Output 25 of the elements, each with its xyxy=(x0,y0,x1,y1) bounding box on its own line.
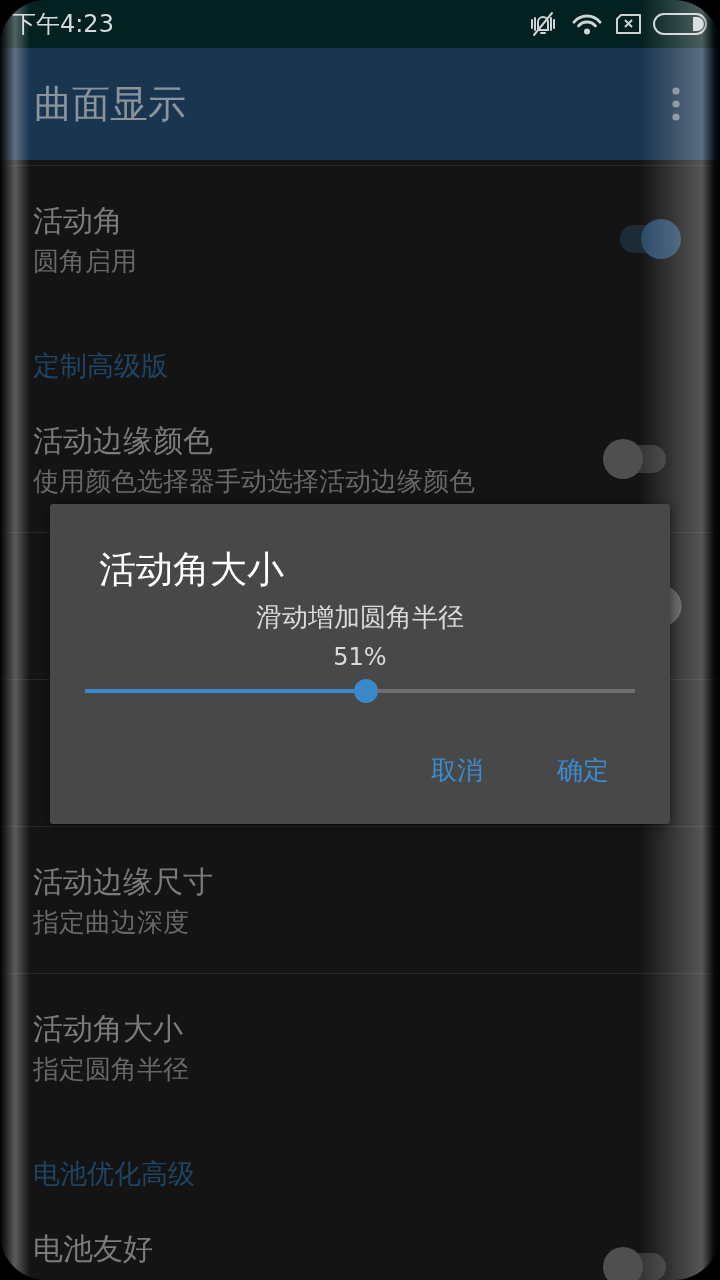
app-title: 曲面显示 xyxy=(34,81,186,127)
battery-icon xyxy=(653,13,707,35)
setting-summary: 指定圆角半径 xyxy=(33,1053,189,1086)
setting-summary: 圆角启用 xyxy=(33,245,137,278)
setting-title: 活动角 xyxy=(33,202,123,240)
status-time: 下午4:23 xyxy=(12,9,114,39)
setting-title: 活动边缘颜色 xyxy=(33,422,213,460)
setting-title: 活动角大小 xyxy=(33,1010,183,1048)
setting-title: 活动边缘尺寸 xyxy=(33,863,213,901)
section-header: 电池优化高级 xyxy=(33,1157,195,1191)
wifi-icon xyxy=(571,13,603,35)
sim-card-x-icon xyxy=(615,14,642,34)
section-header: 定制高级版 xyxy=(33,349,168,383)
slider-value: 51% xyxy=(333,642,387,673)
setting-summary: 指定曲边深度 xyxy=(33,906,189,939)
setting-title: 电池友好 xyxy=(33,1230,153,1268)
cancel-button[interactable]: 取消 xyxy=(415,742,499,798)
slider-track[interactable] xyxy=(85,679,635,703)
setting-summary: 使用颜色选择器手动选择活动边缘颜色 xyxy=(33,465,475,498)
slider-thumb[interactable] xyxy=(353,679,378,703)
dialog-message: 滑动增加圆角半径 xyxy=(256,601,464,634)
dialog-title: 活动角大小 xyxy=(99,548,284,592)
overflow-menu-icon[interactable] xyxy=(672,87,680,121)
muted-bell-icon xyxy=(529,11,557,37)
confirm-button[interactable]: 确定 xyxy=(541,742,625,798)
